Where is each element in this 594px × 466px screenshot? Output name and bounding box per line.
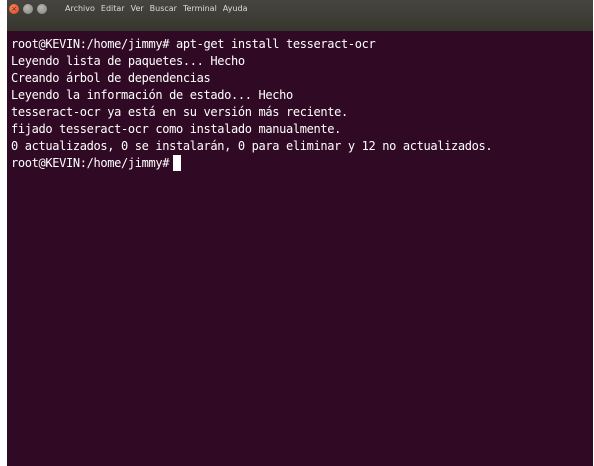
- terminal-line: 0 actualizados, 0 se instalarán, 0 para …: [11, 139, 493, 153]
- menu-buscar[interactable]: Buscar: [150, 3, 177, 15]
- menu-editar[interactable]: Editar: [101, 3, 125, 15]
- terminal-line: fijado tesseract-ocr como instalado manu…: [11, 122, 341, 136]
- terminal-line: Leyendo la información de estado... Hech…: [11, 88, 293, 102]
- terminal-line: Leyendo lista de paquetes... Hecho: [11, 54, 245, 68]
- menu-bar: Archivo Editar Ver Buscar Terminal Ayuda: [65, 3, 248, 15]
- menu-ayuda[interactable]: Ayuda: [223, 3, 248, 15]
- title-bar[interactable]: × Archivo Editar Ver Buscar Terminal Ayu…: [7, 0, 593, 31]
- terminal-prompt-line: root@KEVIN:/home/jimmy#: [11, 155, 591, 172]
- terminal-line: Creando árbol de dependencias: [11, 71, 211, 85]
- terminal-output[interactable]: root@KEVIN:/home/jimmy# apt-get install …: [11, 36, 591, 172]
- maximize-icon[interactable]: [37, 4, 47, 14]
- close-icon[interactable]: ×: [9, 4, 19, 14]
- text-cursor: [173, 155, 182, 171]
- menu-archivo[interactable]: Archivo: [65, 3, 95, 15]
- terminal-line: tesseract-ocr ya está en su versión más …: [11, 105, 348, 119]
- minimize-icon[interactable]: [23, 4, 33, 14]
- menu-ver[interactable]: Ver: [131, 3, 144, 15]
- menu-terminal[interactable]: Terminal: [183, 3, 217, 15]
- terminal-prompt: root@KEVIN:/home/jimmy#: [11, 156, 170, 170]
- terminal-window: × Archivo Editar Ver Buscar Terminal Ayu…: [7, 0, 593, 466]
- terminal-line-command: root@KEVIN:/home/jimmy# apt-get install …: [11, 37, 376, 51]
